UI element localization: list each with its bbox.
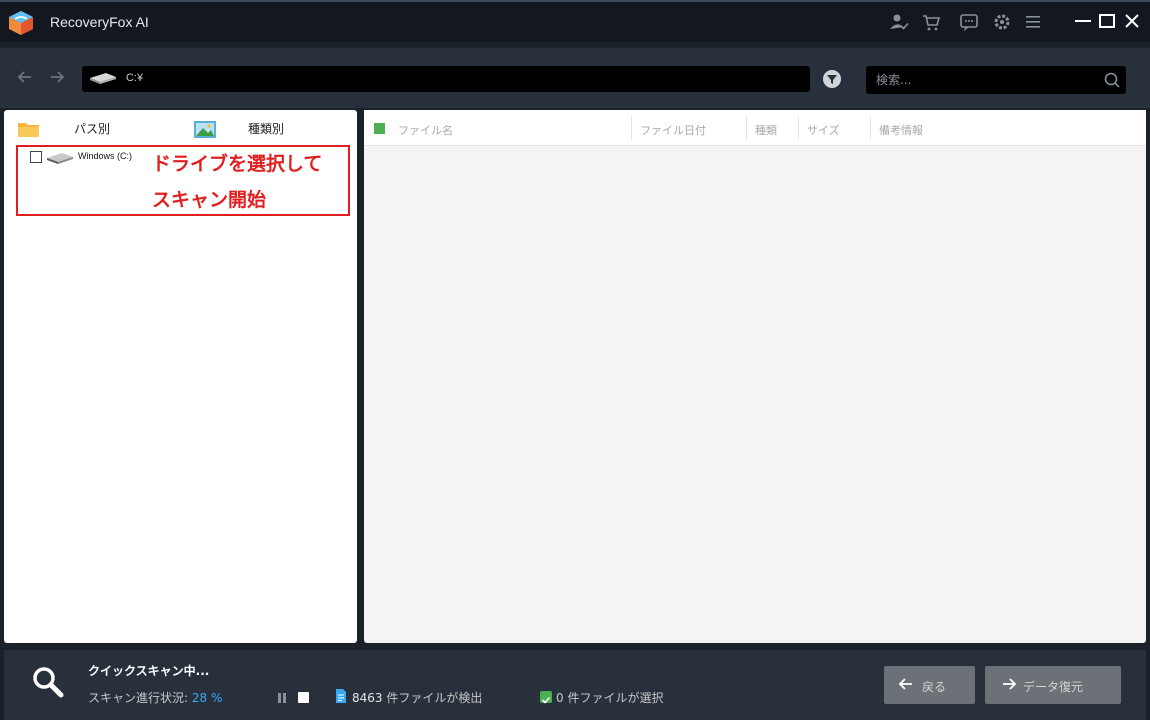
pause-icon[interactable]	[276, 692, 288, 704]
arrow-left-icon[interactable]	[14, 66, 36, 88]
minimize-icon[interactable]	[1072, 10, 1094, 32]
search-icon[interactable]	[1102, 70, 1122, 90]
scan-progress-label: スキャン進行状況:	[88, 691, 189, 705]
recover-data-button[interactable]: データ復元	[985, 666, 1121, 704]
column-divider	[746, 116, 747, 140]
tab-by-path[interactable]: パス別	[74, 120, 110, 137]
files-found-suffix: 件ファイルが検出	[382, 691, 483, 705]
file-table-header: ファイル名 ファイル日付 種類 サイズ 備考情報	[364, 110, 1146, 146]
gear-icon[interactable]	[991, 11, 1013, 33]
maximize-icon[interactable]	[1096, 10, 1118, 32]
menu-icon[interactable]	[1022, 11, 1044, 33]
annotation-box: ドライブを選択して スキャン開始	[16, 145, 350, 216]
files-found-count: 8463 件ファイルが検出	[352, 689, 482, 706]
cart-icon[interactable]	[920, 11, 942, 33]
column-divider	[631, 116, 632, 140]
column-size[interactable]: サイズ	[807, 122, 840, 138]
title-bar: RecoveryFox AI	[0, 0, 1150, 42]
column-type[interactable]: 種類	[755, 122, 777, 138]
arrow-left-icon	[898, 678, 912, 690]
path-bar[interactable]: C:¥	[82, 66, 810, 92]
column-divider	[798, 116, 799, 140]
image-icon[interactable]	[192, 118, 218, 140]
column-file-name[interactable]: ファイル名	[398, 122, 453, 138]
arrow-right-icon[interactable]	[46, 66, 68, 88]
annotation-line-1: ドライブを選択して	[152, 153, 323, 175]
recover-button-label: データ復元	[1023, 680, 1084, 694]
user-check-icon[interactable]	[888, 11, 910, 33]
select-all-checkbox[interactable]	[374, 123, 385, 134]
folder-icon[interactable]	[16, 118, 42, 140]
view-tabs: パス別 種類別	[4, 110, 357, 146]
path-text: C:¥	[126, 72, 144, 84]
checkmark-icon	[540, 691, 552, 704]
search-box	[866, 66, 1126, 94]
column-divider	[870, 116, 871, 140]
app-logo-icon	[9, 11, 33, 35]
scan-progress: スキャン進行状況: 28 %	[88, 689, 222, 706]
column-file-date[interactable]: ファイル日付	[640, 122, 706, 138]
tab-by-type[interactable]: 種類別	[248, 120, 284, 137]
annotation-line-2: スキャン開始	[152, 189, 267, 211]
column-notes[interactable]: 備考情報	[879, 122, 923, 138]
left-panel: パス別 種類別 Windows (C:) ドライブを選択して スキャン開始	[4, 110, 357, 643]
magnifier-icon	[33, 667, 64, 698]
file-list-panel: ファイル名 ファイル日付 種類 サイズ 備考情報	[364, 110, 1146, 643]
status-bar: クイックスキャン中... スキャン進行状況: 28 % 8463 件ファイルが検…	[4, 650, 1146, 720]
close-icon[interactable]	[1121, 10, 1143, 32]
back-button-label: 戻る	[922, 680, 947, 694]
navigation-bar: C:¥	[0, 48, 1150, 108]
files-found-number: 8463	[352, 691, 383, 705]
back-button[interactable]: 戻る	[884, 666, 975, 704]
drive-icon	[90, 73, 116, 84]
arrow-right-icon	[1003, 678, 1017, 690]
chat-icon[interactable]	[958, 11, 980, 33]
files-selected-count: 0 件ファイルが選択	[556, 691, 664, 705]
stop-icon[interactable]	[298, 692, 309, 703]
scan-status-title: クイックスキャン中...	[88, 664, 210, 678]
filter-icon[interactable]	[822, 69, 842, 89]
scan-progress-value: 28 %	[191, 691, 223, 705]
search-input[interactable]	[866, 66, 1096, 94]
document-icon	[336, 689, 346, 703]
app-title: RecoveryFox AI	[50, 14, 149, 30]
